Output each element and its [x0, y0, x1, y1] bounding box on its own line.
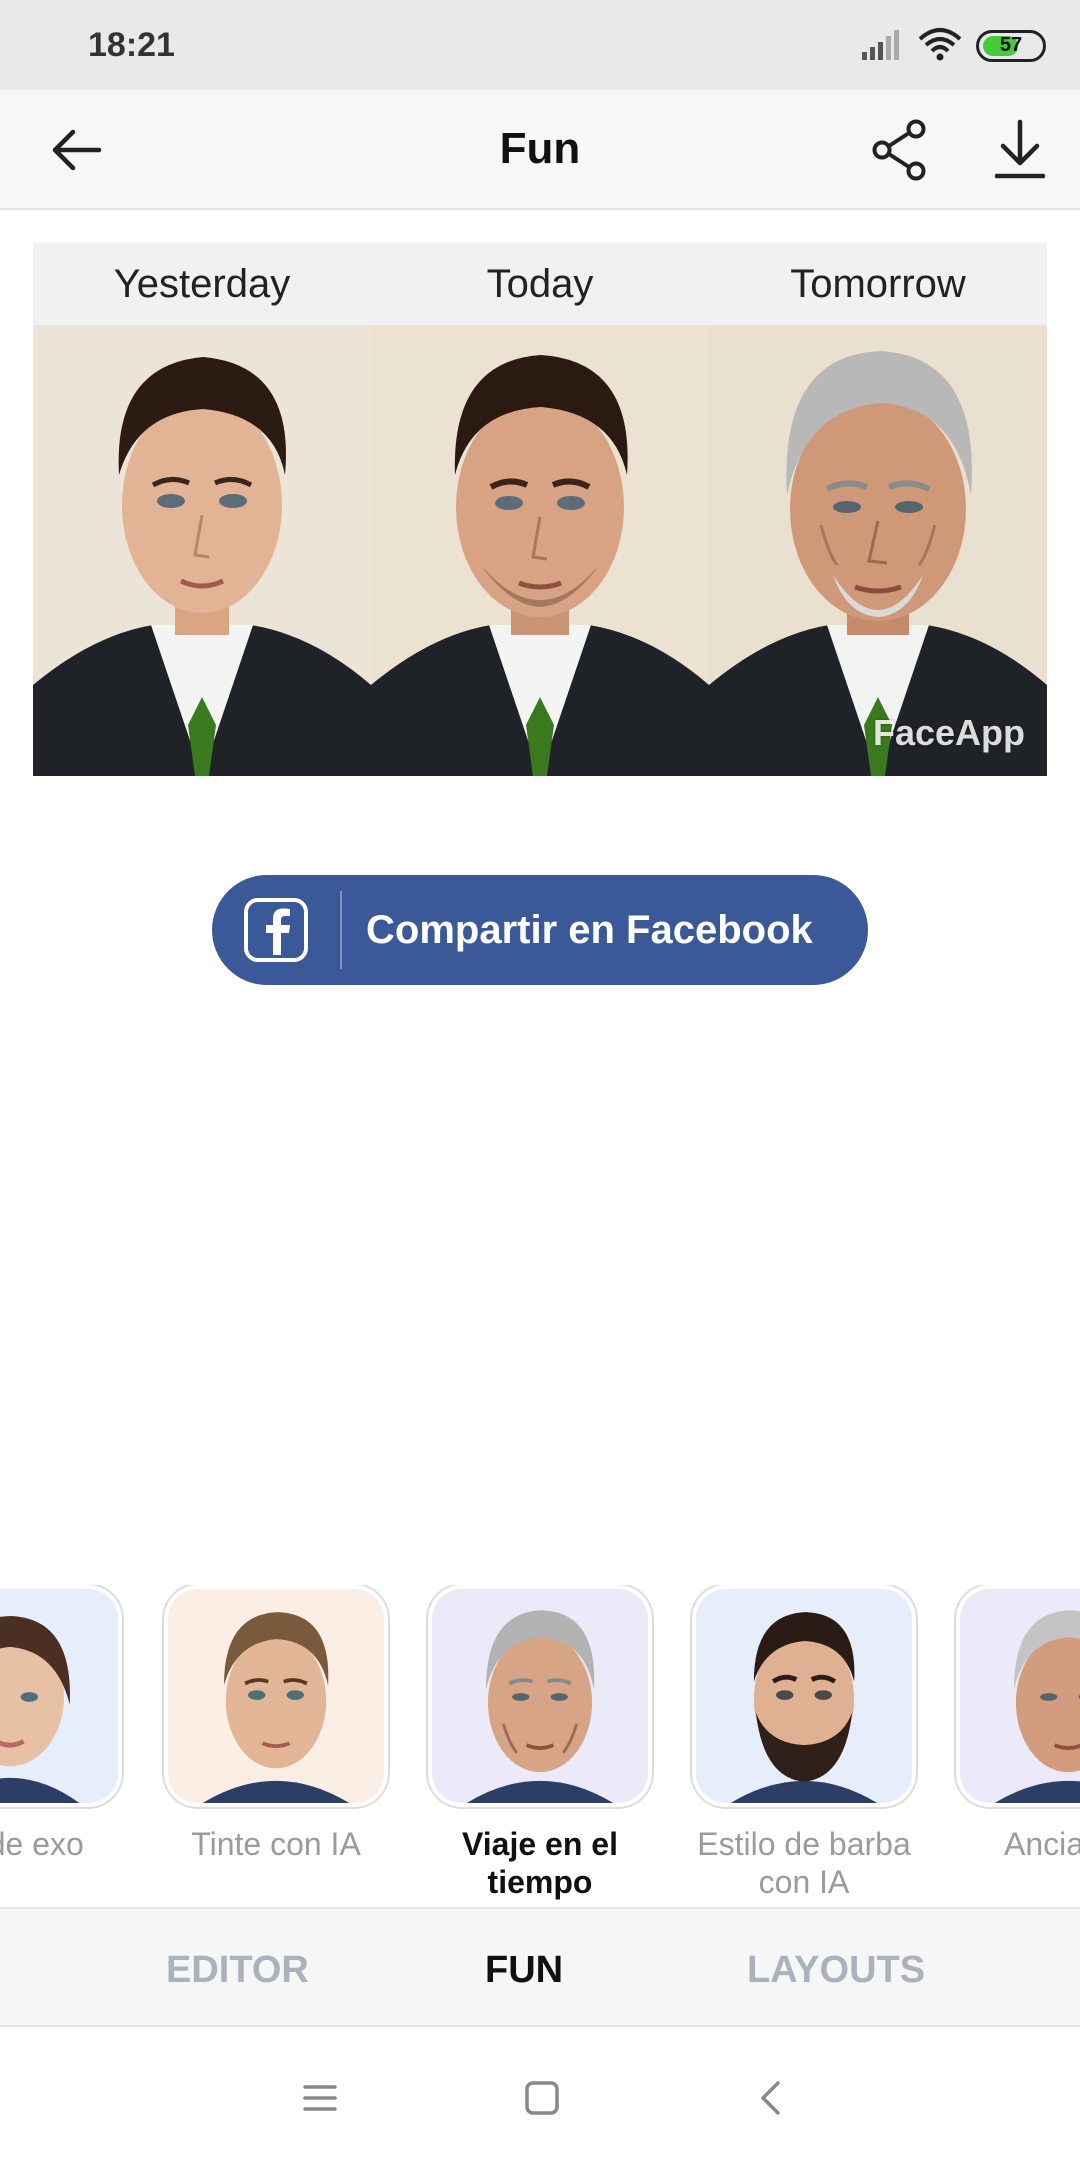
tab-layouts[interactable]: LAYOUTS [747, 1949, 925, 1992]
label-yesterday: Yesterday [113, 262, 291, 306]
system-nav-bar [0, 2028, 1080, 2158]
tab-editor[interactable]: EDITOR [166, 1949, 309, 1992]
age-comparison-card: Yesterday Today Tomorrow FaceApp [33, 243, 1047, 776]
home-button[interactable] [512, 2068, 572, 2128]
filter-label: Tinte con IA [191, 1826, 361, 1862]
download-button[interactable] [982, 112, 1058, 188]
filter-ai-hair-color[interactable]: Tinte con IA [164, 1585, 388, 1863]
status-bar: 18:21 57 [0, 0, 1080, 90]
share-button[interactable] [862, 112, 938, 188]
screen: 18:21 57 Fun Yesterday Today Tomorrow Fa… [0, 0, 1080, 2158]
share-icon [872, 119, 926, 181]
filter-time-travel[interactable]: Viaje en el tiempo [428, 1585, 652, 1901]
filter-thumb [956, 1585, 1080, 1807]
photo-tomorrow: FaceApp [709, 325, 1047, 776]
filter-label: Estilo de barba con IA [697, 1826, 911, 1900]
facebook-icon [244, 898, 308, 962]
signal-icon [860, 28, 904, 65]
share-facebook-button[interactable]: Compartir en Facebook [212, 875, 868, 985]
filter-label: bio de exo [0, 1826, 84, 1862]
label-today: Today [486, 262, 594, 306]
facebook-icon-wrap [212, 875, 340, 985]
filter-label: Viaje en el tiempo [462, 1826, 618, 1900]
filter-thumb [0, 1585, 122, 1807]
comparison-labels: Yesterday Today Tomorrow [33, 243, 1047, 325]
filter-old-age[interactable]: Ancia [956, 1585, 1080, 1863]
facebook-button-label: Compartir en Facebook [366, 907, 813, 952]
tab-fun[interactable]: FUN [485, 1949, 563, 1992]
bottom-tab-bar: EDITOR FUN LAYOUTS [0, 1907, 1080, 2027]
filter-gender-swap[interactable]: bio de exo [0, 1585, 122, 1863]
filter-label: Ancia [1004, 1826, 1080, 1862]
home-square-icon [525, 2081, 559, 2115]
status-time: 18:21 [88, 26, 175, 64]
filter-thumb [164, 1585, 388, 1807]
status-icons: 57 [860, 26, 1046, 66]
filter-thumb [428, 1585, 652, 1807]
download-icon [994, 119, 1046, 179]
system-back-button[interactable] [740, 2068, 800, 2128]
comparison-photos: FaceApp [33, 325, 1047, 776]
filter-ai-beard-style[interactable]: Estilo de barba con IA [692, 1585, 916, 1901]
filter-carousel[interactable]: bio de exo Tinte con IA [0, 1585, 1080, 1905]
battery-level: 57 [999, 34, 1023, 56]
photo-yesterday [33, 325, 371, 776]
label-tomorrow: Tomorrow [790, 262, 966, 306]
recents-button[interactable] [290, 2068, 350, 2128]
photo-today [371, 325, 709, 776]
battery-icon: 57 [976, 30, 1046, 62]
app-bar: Fun [0, 90, 1080, 210]
wifi-icon [918, 27, 962, 66]
faceapp-watermark: FaceApp [872, 712, 1025, 753]
filter-thumb [692, 1585, 916, 1807]
chevron-left-icon [761, 2081, 780, 2115]
menu-icon [303, 2085, 337, 2111]
